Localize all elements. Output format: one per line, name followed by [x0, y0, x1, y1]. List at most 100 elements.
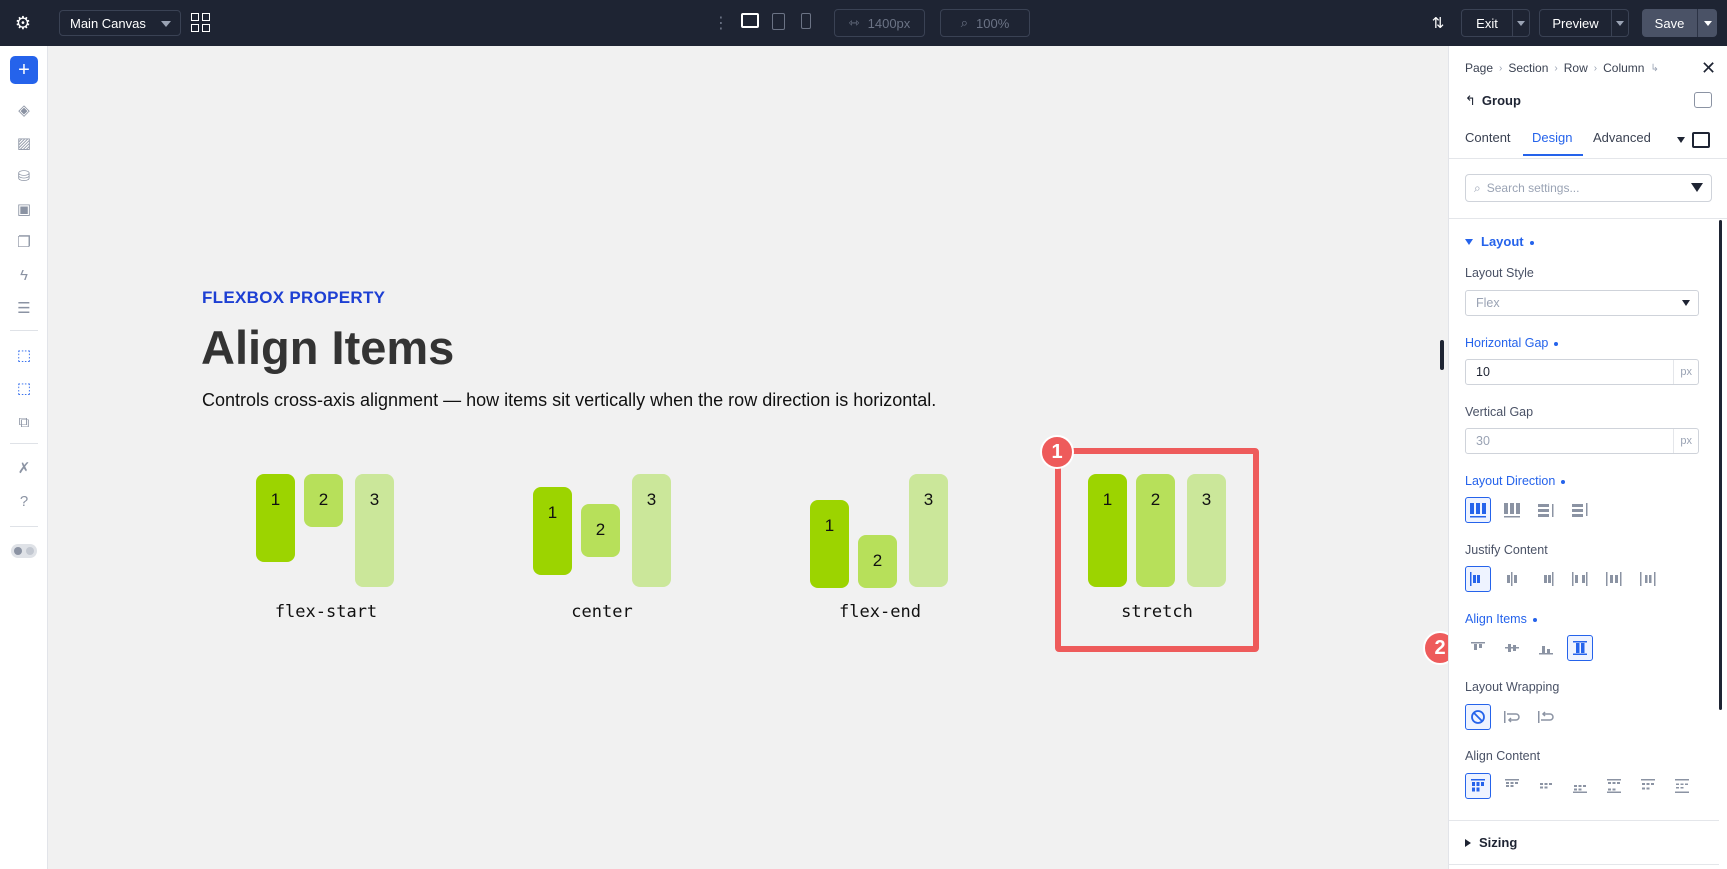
- tab-advanced[interactable]: Advanced: [1593, 130, 1651, 145]
- vertical-gap-input[interactable]: 30 px: [1465, 428, 1699, 454]
- active-tab-indicator: [1523, 154, 1583, 156]
- filter-icon[interactable]: [1691, 183, 1703, 192]
- add-element-button[interactable]: +: [10, 56, 38, 84]
- unit-label[interactable]: px: [1680, 366, 1692, 378]
- section-sizing-toggle[interactable]: Sizing: [1465, 835, 1517, 850]
- chevron-right-icon: ›: [1499, 62, 1503, 74]
- justify-center-icon[interactable]: [1499, 566, 1525, 592]
- preview-dropdown-button[interactable]: [1612, 9, 1629, 37]
- divider: [1449, 158, 1727, 159]
- align-items-label-text: Align Items: [1465, 612, 1527, 626]
- align-content-label: Align Content: [1465, 749, 1541, 763]
- list-icon[interactable]: ☰: [12, 296, 36, 320]
- tablet-view-icon[interactable]: [772, 13, 785, 30]
- exit-button[interactable]: Exit: [1461, 9, 1513, 37]
- gear-icon[interactable]: ⚙: [10, 11, 36, 35]
- canvas-select[interactable]: Main Canvas: [59, 10, 181, 36]
- desktop-view-icon[interactable]: [741, 13, 759, 28]
- justify-space-around-icon[interactable]: [1601, 566, 1627, 592]
- design-library-icon[interactable]: ▨: [12, 131, 36, 155]
- settings-panel: Page › Section › Row › Column ↳ ✕ ↰ Group Con…: [1448, 46, 1727, 869]
- callout-badge: 1: [1040, 435, 1074, 469]
- direction-column-icon[interactable]: [1533, 497, 1559, 523]
- direction-row-reverse-icon[interactable]: [1499, 497, 1525, 523]
- align-content-space-around-icon[interactable]: [1635, 773, 1661, 799]
- demo-flex-end[interactable]: 1 2 3: [810, 474, 950, 588]
- lede-text: Controls cross-axis alignment — how item…: [202, 390, 937, 410]
- lightning-icon[interactable]: ϟ: [12, 263, 36, 287]
- options-icon[interactable]: [1694, 92, 1712, 108]
- align-content-end-icon[interactable]: [1567, 773, 1593, 799]
- modified-dot: [1529, 240, 1534, 245]
- zoom-input[interactable]: ⌕ 100%: [940, 9, 1030, 37]
- canvas-width-input[interactable]: ⇿ 1400px: [834, 9, 925, 37]
- preview-button[interactable]: Preview: [1539, 9, 1612, 37]
- divider: [10, 443, 38, 444]
- demo-item: 2: [858, 535, 897, 588]
- select-element-icon[interactable]: ⬚: [12, 343, 36, 367]
- variables-icon[interactable]: ▣: [12, 197, 36, 221]
- justify-space-evenly-icon[interactable]: [1635, 566, 1661, 592]
- justify-space-between-icon[interactable]: [1567, 566, 1593, 592]
- theme-toggle[interactable]: [11, 544, 37, 558]
- direction-column-reverse-icon[interactable]: [1567, 497, 1593, 523]
- phone-view-icon[interactable]: [801, 13, 811, 29]
- horizontal-gap-input[interactable]: 10 px: [1465, 359, 1699, 385]
- align-start-icon[interactable]: [1465, 635, 1491, 661]
- help-icon[interactable]: ?: [12, 489, 36, 513]
- wrap-icon[interactable]: [1499, 704, 1525, 730]
- align-stretch-icon[interactable]: [1567, 635, 1593, 661]
- save-button[interactable]: Save: [1642, 9, 1697, 37]
- panel-resize-handle[interactable]: [1440, 340, 1444, 370]
- more-icon[interactable]: ⋮: [713, 12, 729, 34]
- back-icon[interactable]: ↰: [1465, 93, 1476, 108]
- top-toolbar: ⚙ Main Canvas ⋮ ⇿ 1400px ⌕ 100% ⇅ Exit P…: [0, 0, 1727, 46]
- breadcrumb-section[interactable]: Section: [1508, 61, 1548, 75]
- unit-label[interactable]: px: [1680, 435, 1692, 447]
- justify-start-icon[interactable]: [1465, 566, 1491, 592]
- align-content-start-icon[interactable]: [1499, 773, 1525, 799]
- justify-end-icon[interactable]: [1533, 566, 1559, 592]
- exit-dropdown-button[interactable]: [1513, 9, 1530, 37]
- grid-icon[interactable]: [191, 13, 211, 33]
- tab-content[interactable]: Content: [1465, 130, 1511, 145]
- layers-icon[interactable]: ◈: [12, 98, 36, 122]
- chevron-down-icon: [1517, 20, 1525, 26]
- direction-row-icon[interactable]: [1465, 497, 1491, 523]
- demo-label: flex-start: [274, 602, 378, 622]
- search-input[interactable]: ⌕ Search settings...: [1465, 174, 1712, 202]
- breadcrumb-row[interactable]: Row: [1564, 61, 1588, 75]
- caret-right-icon: [1465, 838, 1471, 847]
- demo-item: 1: [810, 500, 849, 588]
- scrollbar[interactable]: [1719, 220, 1722, 710]
- align-center-icon[interactable]: [1499, 635, 1525, 661]
- save-dropdown-button[interactable]: [1697, 9, 1717, 37]
- tools-icon[interactable]: ✗: [12, 456, 36, 480]
- multi-select-icon[interactable]: ⬚: [12, 376, 36, 400]
- width-icon: ⇿: [848, 15, 860, 30]
- layout-style-select[interactable]: Flex: [1465, 290, 1699, 316]
- no-wrap-icon[interactable]: [1465, 704, 1491, 730]
- preset-icon[interactable]: ⧉: [12, 410, 36, 434]
- align-content-space-evenly-icon[interactable]: [1669, 773, 1695, 799]
- breadcrumb-column[interactable]: Column: [1603, 61, 1644, 75]
- chevron-down-icon[interactable]: [1677, 137, 1685, 143]
- breadcrumb-page[interactable]: Page: [1465, 61, 1493, 75]
- database-icon[interactable]: ⛁: [12, 164, 36, 188]
- sort-icon[interactable]: ⇅: [1428, 12, 1448, 34]
- box-model-icon[interactable]: [1692, 132, 1710, 148]
- demo-center[interactable]: 1 2 3: [533, 474, 673, 588]
- pages-icon[interactable]: ❐: [12, 230, 36, 254]
- section-layout-toggle[interactable]: Layout: [1465, 234, 1534, 249]
- align-content-center-icon[interactable]: [1533, 773, 1559, 799]
- align-end-icon[interactable]: [1533, 635, 1559, 661]
- align-content-stretch-icon[interactable]: [1465, 773, 1491, 799]
- demo-flex-start[interactable]: 1 2 3: [256, 474, 396, 588]
- close-icon[interactable]: ✕: [1701, 58, 1716, 79]
- horizontal-gap-label-text: Horizontal Gap: [1465, 336, 1549, 350]
- divider: [1449, 864, 1719, 865]
- wrap-reverse-icon[interactable]: [1533, 704, 1559, 730]
- tab-design[interactable]: Design: [1532, 130, 1572, 145]
- eyebrow-text: FLEXBOX PROPERTY: [202, 288, 386, 307]
- align-content-space-between-icon[interactable]: [1601, 773, 1627, 799]
